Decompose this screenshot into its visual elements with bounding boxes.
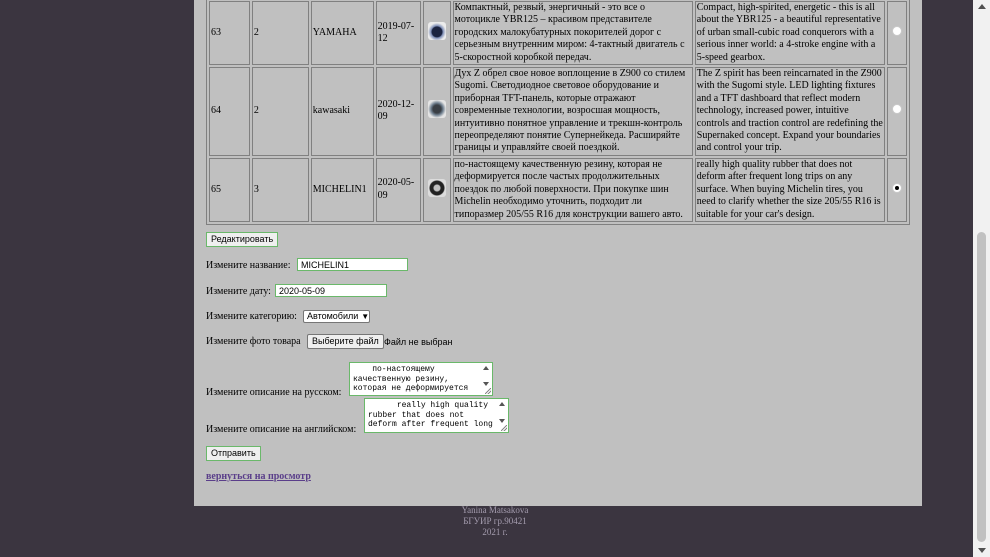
cell-name: YAMAHA	[310, 1, 374, 66]
cell-id: 65	[209, 157, 250, 222]
cell-id: 64	[209, 67, 250, 156]
desc-en-label: Измените описание на английском:	[206, 424, 357, 435]
cell-image	[422, 1, 451, 66]
cell-date: 2019-07-12	[375, 1, 421, 66]
cell-image	[422, 67, 451, 156]
cell-description-ru: по-настоящему качественную резину, котор…	[452, 157, 693, 222]
desc-ru-label: Измените описание на русском:	[206, 387, 342, 398]
desc-en-textarea[interactable]: really high quality rubber that does not…	[364, 398, 509, 433]
cell-category: 2	[251, 67, 309, 156]
resize-grip-icon[interactable]	[485, 388, 491, 394]
main-content: 63 2 YAMAHA 2019-07-12 Компактный, резвый, э…	[194, 0, 922, 506]
select-radio[interactable]	[892, 25, 903, 36]
table-row: 64 2 kawasaki 2020-12-09 Дух Z обрел свое но…	[209, 67, 907, 156]
footer-year: 2021 г.	[482, 527, 508, 537]
scroll-down-arrow-icon[interactable]	[978, 548, 986, 553]
cell-name: MICHELIN1	[310, 157, 374, 222]
resize-grip-icon[interactable]	[501, 425, 507, 431]
desc-ru-textarea[interactable]: по-настоящему качественную резину, котор…	[349, 362, 493, 396]
motorcycle-photo	[427, 100, 446, 119]
category-select[interactable]: Автомобили ▼	[303, 310, 370, 323]
category-select-value: Автомобили	[307, 311, 359, 321]
cell-select	[887, 67, 907, 156]
name-label: Измените название:	[206, 260, 291, 271]
photo-label: Измените фото товара	[206, 336, 301, 347]
footer-group: БГУИР гр.90421	[463, 516, 527, 526]
cell-description-en: The Z spirit has been reincarnated in th…	[694, 67, 886, 156]
cell-name: kawasaki	[310, 67, 374, 156]
chevron-down-icon: ▼	[361, 312, 370, 321]
desc-ru-textarea-text: по-настоящему качественную резину, котор…	[353, 365, 469, 393]
footer-author: Yanina Matsakova	[461, 505, 529, 515]
date-input[interactable]: 2020-05-09	[275, 284, 387, 297]
cell-select	[887, 157, 907, 222]
table-row: 63 2 YAMAHA 2019-07-12 Компактный, резвый, э…	[209, 1, 907, 66]
date-label: Измените дату:	[206, 286, 271, 297]
cell-id: 63	[209, 1, 250, 66]
choose-file-button[interactable]: Выберите файл	[307, 334, 384, 349]
cell-image	[422, 157, 451, 222]
page-scrollbar[interactable]	[973, 0, 990, 557]
desc-en-textarea-text: really high quality rubber that does not…	[368, 401, 493, 429]
scroll-up-icon[interactable]	[499, 402, 505, 406]
select-radio[interactable]	[892, 104, 903, 115]
submit-button[interactable]: Отправить	[206, 446, 261, 461]
file-status: Файл не выбран	[384, 337, 453, 347]
cell-date: 2020-05-09	[375, 157, 421, 222]
select-radio[interactable]	[892, 182, 903, 193]
scroll-down-icon[interactable]	[483, 382, 489, 386]
scroll-down-icon[interactable]	[499, 419, 505, 423]
products-table: 63 2 YAMAHA 2019-07-12 Компактный, резвый, э…	[206, 0, 910, 225]
tire-photo	[427, 178, 446, 197]
category-label: Измените категорию:	[206, 311, 297, 322]
cell-description-en: really high quality rubber that does not…	[694, 157, 886, 222]
cell-category: 2	[251, 1, 309, 66]
back-to-view-link[interactable]: вернуться на просмотр	[206, 471, 311, 482]
scrollbar-thumb[interactable]	[977, 232, 986, 542]
motorcycle-photo	[427, 21, 446, 40]
table-row: 65 3 MICHELIN1 2020-05-09 по-настоящему каче…	[209, 157, 907, 222]
cell-select	[887, 1, 907, 66]
name-input[interactable]: MICHELIN1	[297, 258, 408, 271]
scroll-up-icon[interactable]	[483, 366, 489, 370]
cell-description-ru: Дух Z обрел свое новое воплощение в Z900…	[452, 67, 693, 156]
edit-button[interactable]: Редактировать	[206, 232, 279, 247]
scroll-up-arrow-icon[interactable]	[978, 4, 986, 9]
footer: Yanina Matsakova БГУИР гр.90421 2021 г.	[0, 505, 990, 538]
cell-category: 3	[251, 157, 309, 222]
cell-description-en: Compact, high-spirited, energetic - this…	[694, 1, 886, 66]
cell-date: 2020-12-09	[375, 67, 421, 156]
cell-description-ru: Компактный, резвый, энергичный - это все…	[452, 1, 693, 66]
